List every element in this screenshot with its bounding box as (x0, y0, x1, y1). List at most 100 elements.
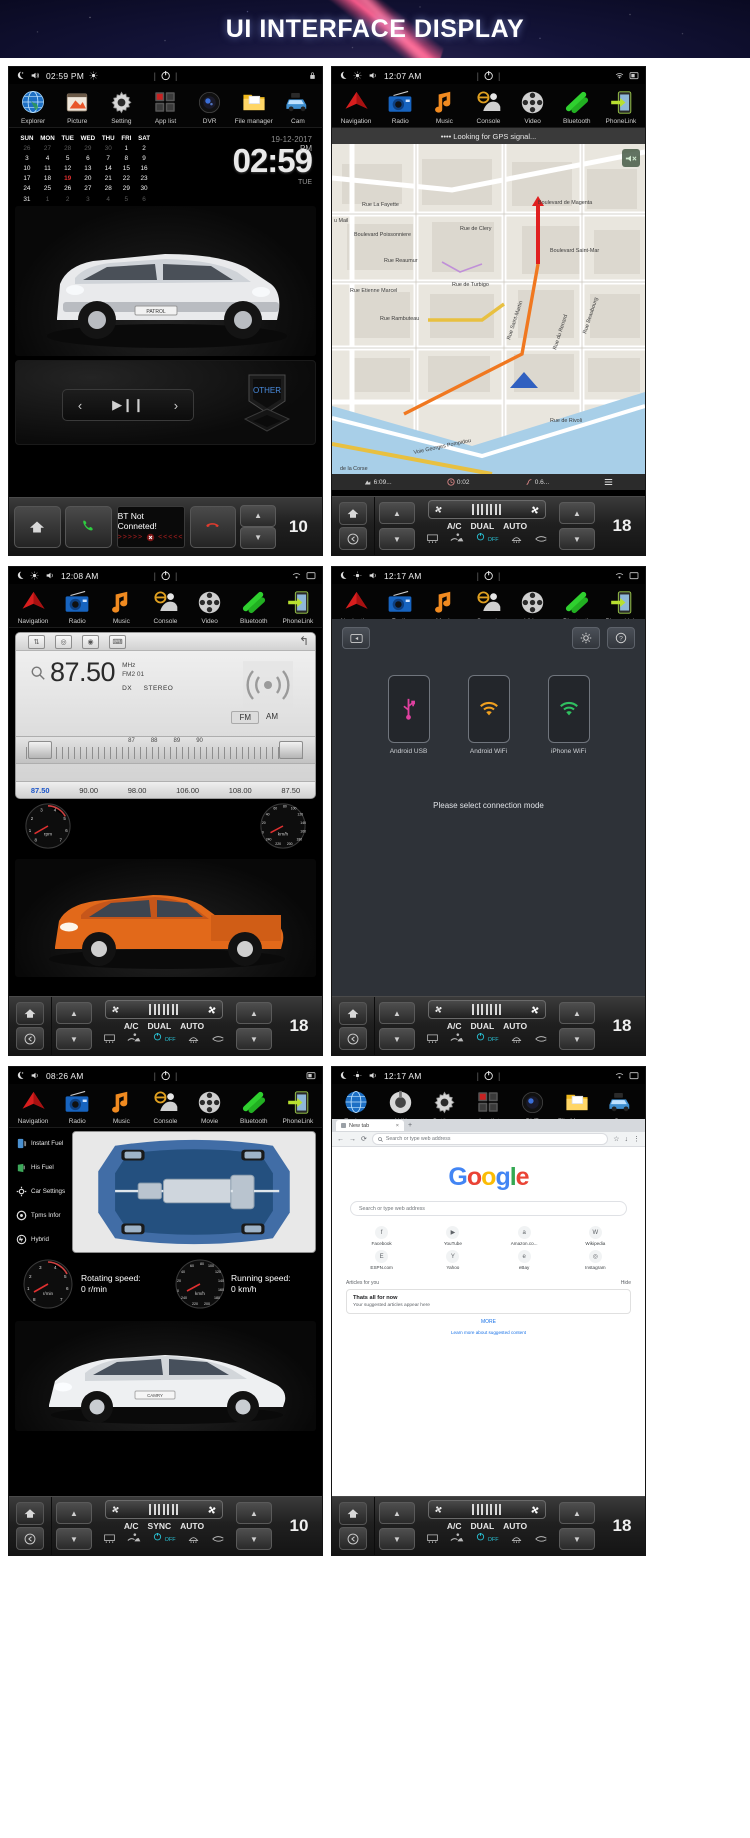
calendar-day[interactable]: 20 (77, 174, 98, 184)
more-button[interactable]: MORE (332, 1319, 645, 1325)
fm-button[interactable]: FM (231, 711, 259, 724)
calendar-day[interactable]: 23 (135, 174, 154, 184)
home-button[interactable] (16, 1002, 44, 1025)
calendar-day[interactable]: 4 (98, 194, 118, 204)
dx-label[interactable]: DX (122, 685, 132, 692)
app-filemanager[interactable]: File manager (232, 87, 276, 125)
calendar-day[interactable]: 1 (37, 194, 58, 204)
right-temp-stepper[interactable]: ▲ ▼ (555, 497, 599, 555)
calendar-day[interactable]: 6 (77, 153, 98, 163)
left-temp-stepper[interactable]: ▲ ▼ (52, 1497, 96, 1555)
shortcut-tile[interactable]: E ESPN.com (346, 1250, 417, 1270)
speaker-icon[interactable] (30, 1071, 40, 1080)
shortcut-tile[interactable]: e eBay (489, 1250, 560, 1270)
calendar-day[interactable]: 7 (98, 153, 118, 163)
play-pause-button[interactable]: ▶❙❙ (112, 397, 144, 413)
volume-up-button[interactable]: ▲ (240, 504, 277, 527)
tuning-dial[interactable]: 87 88 89 90 (16, 736, 315, 764)
menu-car-settings[interactable]: Car Settings (15, 1179, 69, 1203)
temp-up-button[interactable]: ▲ (56, 1502, 92, 1524)
temp-up-button[interactable]: ▲ (379, 502, 415, 524)
preset-item[interactable]: 87.50 (281, 786, 300, 795)
temp-down-button[interactable]: ▼ (379, 528, 415, 550)
calendar-day[interactable]: 5 (58, 153, 77, 163)
power-off-toggle[interactable]: OFF (476, 1032, 499, 1044)
preset-item[interactable]: 106.00 (176, 786, 199, 795)
calendar-day[interactable]: 9 (135, 153, 154, 163)
auto-label[interactable]: AUTO (180, 1021, 204, 1031)
fan-speed-bar[interactable] (105, 1000, 223, 1019)
shortcut-tile[interactable]: Y Yahoo (417, 1250, 488, 1270)
calendar-day[interactable]: 14 (98, 163, 118, 173)
menu-tpms-infor[interactable]: Tpms Infor (15, 1203, 69, 1227)
shortcut-tile[interactable]: f Facebook (346, 1226, 417, 1246)
right-temp-stepper[interactable]: ▲ ▼ (232, 997, 276, 1055)
preset-item[interactable]: 108.00 (229, 786, 252, 795)
next-track-button[interactable]: › (174, 398, 178, 413)
brightness-icon[interactable] (89, 71, 98, 80)
app-video[interactable]: Video (188, 587, 232, 625)
temp-up-button[interactable]: ▲ (379, 1502, 415, 1524)
fan-speed-bar[interactable] (428, 1500, 546, 1519)
calendar-day[interactable]: 2 (58, 194, 77, 204)
calendar-day[interactable]: 22 (118, 174, 135, 184)
am-button[interactable]: AM (259, 711, 285, 724)
preset-scan-icon[interactable]: ◎ (55, 634, 72, 649)
ac-label[interactable]: A/C (124, 1021, 139, 1031)
ac-label[interactable]: A/C (447, 1021, 462, 1031)
calendar-day[interactable]: 28 (58, 143, 77, 153)
app-dvr[interactable]: DVR (188, 87, 232, 125)
calendar-day[interactable]: 5 (118, 194, 135, 204)
preset-item[interactable]: 87.50 (31, 786, 50, 795)
settings-button[interactable] (572, 627, 600, 649)
calendar-day[interactable]: 13 (77, 163, 98, 173)
auto-label[interactable]: AUTO (503, 1521, 527, 1531)
moon-icon[interactable] (15, 71, 24, 80)
speaker-icon[interactable] (368, 571, 378, 580)
temp-up-button[interactable]: ▲ (559, 502, 595, 524)
reload-icon[interactable]: ⟳ (361, 1135, 367, 1143)
calendar-day[interactable]: 11 (37, 163, 58, 173)
app-console[interactable]: Console (466, 87, 510, 125)
power-off-toggle[interactable]: OFF (476, 532, 499, 544)
app-setting[interactable]: Setting (99, 87, 143, 125)
calendar-day[interactable]: 8 (118, 153, 135, 163)
app-applist[interactable]: App list (143, 87, 187, 125)
hide-button[interactable]: Hide (621, 1280, 631, 1286)
calendar-day[interactable]: 30 (135, 184, 154, 194)
back-button[interactable] (339, 1027, 367, 1050)
moon-icon[interactable] (338, 571, 347, 580)
app-navigation[interactable]: Navigation (11, 1087, 55, 1125)
app-phonelink[interactable]: PhoneLink (276, 1087, 320, 1125)
app-bluetooth[interactable]: Bluetooth (232, 587, 276, 625)
calendar-day[interactable]: 2 (135, 143, 154, 153)
speaker-icon[interactable] (45, 571, 55, 580)
calendar-day[interactable]: 26 (17, 143, 37, 153)
power-off-toggle[interactable]: OFF (476, 1532, 499, 1544)
brightness-icon[interactable] (30, 571, 39, 580)
shortcut-tile[interactable]: ◎ Instagram (560, 1250, 631, 1270)
calendar-day[interactable]: 27 (77, 184, 98, 194)
shortcut-tile[interactable]: a Amazon.co... (489, 1226, 560, 1246)
calendar-day[interactable]: 19 (58, 174, 77, 184)
calendar-day[interactable]: 4 (37, 153, 58, 163)
calendar-day[interactable]: 30 (98, 143, 118, 153)
temp-down-button[interactable]: ▼ (236, 1028, 272, 1050)
right-temp-stepper[interactable]: ▲ ▼ (555, 1497, 599, 1555)
media-source-badge[interactable]: OTHER (235, 369, 299, 439)
back-arrow-icon[interactable]: ← (337, 1136, 344, 1143)
call-button[interactable] (64, 505, 112, 548)
volume-stepper[interactable]: ▲ ▼ (238, 500, 277, 554)
temp-down-button[interactable]: ▼ (559, 528, 595, 550)
left-temp-stepper[interactable]: ▲ ▼ (52, 997, 96, 1055)
map-view[interactable]: Rue La Fayette Boulevard Poissonniere Ru… (332, 144, 645, 474)
app-radio[interactable]: Radio (55, 587, 99, 625)
speaker-icon[interactable] (368, 1071, 378, 1080)
menu-hybrid[interactable]: Hybrid (15, 1227, 69, 1251)
app-bluetooth[interactable]: Bluetooth (232, 1087, 276, 1125)
fan-speed-bar[interactable] (105, 1500, 223, 1519)
dial-knob-left[interactable] (28, 741, 52, 759)
home-button[interactable] (339, 1002, 367, 1025)
temp-up-button[interactable]: ▲ (236, 1502, 272, 1524)
app-console[interactable]: Console (143, 587, 187, 625)
